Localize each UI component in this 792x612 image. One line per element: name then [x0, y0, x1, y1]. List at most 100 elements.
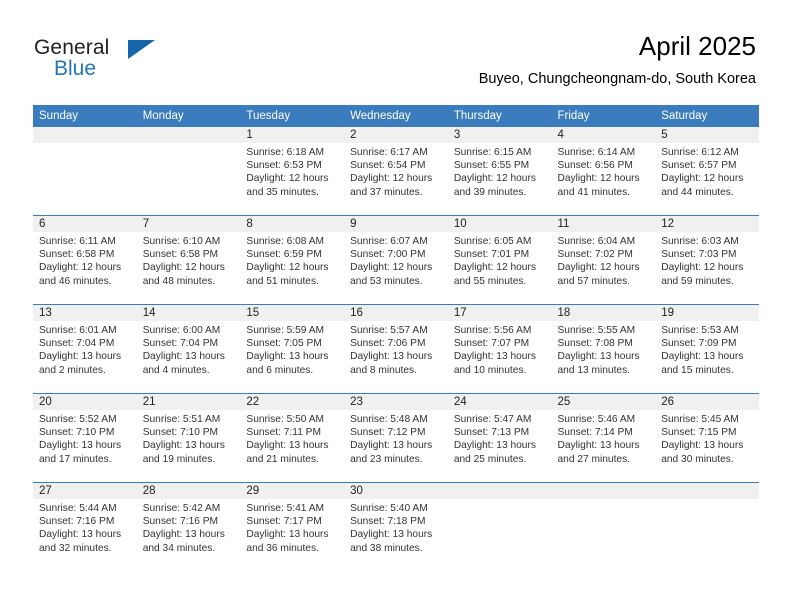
calendar-day-cell[interactable]: 5 Sunrise: 6:12 AM Sunset: 6:57 PM Daylight… [655, 127, 759, 216]
calendar-day-cell[interactable]: 28 Sunrise: 5:42 AM Sunset: 7:16 PM Dayligh… [136, 482, 241, 571]
sunrise-text: Sunrise: 5:45 AM [661, 414, 739, 425]
day-cell-content: 19 Sunrise: 5:53 AM Sunset: 7:09 PM Dayligh… [655, 305, 759, 393]
calendar-day-cell[interactable] [136, 127, 241, 216]
day-number: 17 [447, 305, 552, 321]
calendar-week-row: 1 Sunrise: 6:18 AM Sunset: 6:53 PM Daylight… [33, 127, 759, 216]
calendar-day-cell[interactable]: 24 Sunrise: 5:47 AM Sunset: 7:13 PM Dayligh… [447, 393, 552, 483]
logo-text-blue: Blue [54, 57, 97, 80]
calendar-day-cell[interactable]: 27 Sunrise: 5:44 AM Sunset: 7:16 PM Dayligh… [33, 482, 137, 571]
day-number [136, 127, 241, 143]
daylight-text-line2: and 27 minutes. [557, 453, 631, 465]
calendar-day-cell[interactable]: 2 Sunrise: 6:17 AM Sunset: 6:54 PM Daylight… [344, 127, 448, 216]
sunrise-text: Sunrise: 5:59 AM [246, 325, 324, 336]
day-details: Sunrise: 6:05 AM Sunset: 7:01 PM Daylight:… [448, 232, 552, 288]
calendar-day-cell[interactable]: 13 Sunrise: 6:01 AM Sunset: 7:04 PM Dayligh… [33, 304, 137, 394]
daylight-text-line1: Daylight: 13 hours [661, 440, 744, 452]
day-details: Sunrise: 6:07 AM Sunset: 7:00 PM Daylight:… [344, 232, 448, 288]
calendar-day-cell[interactable]: 11 Sunrise: 6:04 AM Sunset: 7:02 PM Dayligh… [551, 215, 656, 305]
calendar-day-cell[interactable]: 18 Sunrise: 5:55 AM Sunset: 7:08 PM Dayligh… [551, 304, 656, 394]
day-details: Sunrise: 6:00 AM Sunset: 7:04 PM Daylight:… [137, 321, 241, 377]
day-number: 16 [344, 305, 448, 321]
day-cell-content: 6 Sunrise: 6:11 AM Sunset: 6:58 PM Daylight… [33, 216, 137, 304]
sunrise-text: Sunrise: 6:11 AM [39, 236, 116, 247]
daylight-text-line2: and 55 minutes. [453, 275, 527, 287]
sunrise-text: Sunrise: 6:05 AM [453, 236, 532, 247]
calendar-day-cell[interactable]: 21 Sunrise: 5:51 AM Sunset: 7:10 PM Dayligh… [136, 393, 241, 483]
calendar-day-cell[interactable]: 8 Sunrise: 6:08 AM Sunset: 6:59 PM Daylight… [240, 215, 345, 305]
sunset-text: Sunset: 6:57 PM [661, 160, 737, 172]
weekday-header-friday: Friday [551, 105, 656, 127]
day-number: 14 [136, 305, 241, 321]
sunset-text: Sunset: 7:09 PM [661, 338, 737, 350]
day-details: Sunrise: 5:52 AM Sunset: 7:10 PM Daylight:… [33, 410, 137, 466]
calendar-day-cell[interactable]: 3 Sunrise: 6:15 AM Sunset: 6:55 PM Daylight… [447, 127, 552, 216]
weekday-header-thursday: Thursday [447, 105, 552, 127]
calendar-day-cell[interactable]: 26 Sunrise: 5:45 AM Sunset: 7:15 PM Dayligh… [655, 393, 759, 483]
calendar-day-cell[interactable]: 29 Sunrise: 5:41 AM Sunset: 7:17 PM Dayligh… [240, 482, 345, 571]
calendar-day-cell[interactable]: 7 Sunrise: 6:10 AM Sunset: 6:58 PM Daylight… [136, 215, 241, 305]
weekday-header-tuesday: Tuesday [240, 105, 345, 127]
calendar-day-cell[interactable] [447, 482, 552, 571]
day-details: Sunrise: 6:14 AM Sunset: 6:56 PM Daylight:… [552, 143, 656, 199]
general-blue-logo[interactable]: General Blue [34, 36, 294, 92]
calendar-day-cell[interactable] [551, 482, 656, 571]
sunrise-text: Sunrise: 5:53 AM [661, 325, 739, 336]
sunset-text: Sunset: 7:06 PM [350, 338, 426, 350]
calendar-day-cell[interactable]: 22 Sunrise: 5:50 AM Sunset: 7:11 PM Dayligh… [240, 393, 345, 483]
calendar-day-cell[interactable]: 23 Sunrise: 5:48 AM Sunset: 7:12 PM Dayligh… [344, 393, 448, 483]
daylight-text-line1: Daylight: 12 hours [39, 262, 122, 274]
calendar-day-cell[interactable]: 19 Sunrise: 5:53 AM Sunset: 7:09 PM Dayligh… [655, 304, 759, 394]
calendar-day-cell[interactable]: 20 Sunrise: 5:52 AM Sunset: 7:10 PM Dayligh… [33, 393, 137, 483]
calendar-day-cell[interactable]: 30 Sunrise: 5:40 AM Sunset: 7:18 PM Dayligh… [344, 482, 448, 571]
daylight-text-line2: and 30 minutes. [661, 453, 734, 465]
calendar-day-cell[interactable]: 14 Sunrise: 6:00 AM Sunset: 7:04 PM Dayligh… [136, 304, 241, 394]
sunrise-text: Sunrise: 5:46 AM [557, 414, 636, 425]
calendar-day-cell[interactable] [33, 127, 137, 216]
weekday-header-saturday: Saturday [655, 105, 759, 127]
day-details: Sunrise: 6:08 AM Sunset: 6:59 PM Daylight:… [240, 232, 344, 288]
day-number: 3 [447, 127, 552, 143]
sunrise-text: Sunrise: 6:08 AM [246, 236, 324, 247]
sunset-text: Sunset: 7:05 PM [246, 338, 322, 350]
calendar-day-cell[interactable]: 12 Sunrise: 6:03 AM Sunset: 7:03 PM Dayligh… [655, 215, 759, 305]
day-details: Sunrise: 5:56 AM Sunset: 7:07 PM Daylight:… [448, 321, 552, 377]
daylight-text-line1: Daylight: 12 hours [557, 262, 640, 274]
day-cell-content: 26 Sunrise: 5:45 AM Sunset: 7:15 PM Dayligh… [655, 394, 759, 482]
daylight-text-line1: Daylight: 13 hours [246, 351, 329, 363]
day-number: 29 [240, 483, 345, 499]
sunrise-text: Sunrise: 5:51 AM [142, 414, 221, 425]
calendar-day-cell[interactable]: 6 Sunrise: 6:11 AM Sunset: 6:58 PM Daylight… [33, 215, 137, 305]
daylight-text-line2: and 6 minutes. [246, 364, 314, 376]
title-block: April 2025 Buyeo, Chungcheongnam-do, Sou… [479, 30, 756, 88]
calendar-day-cell[interactable]: 16 Sunrise: 5:57 AM Sunset: 7:06 PM Dayligh… [344, 304, 448, 394]
day-number: 20 [33, 394, 137, 410]
day-cell-content: 3 Sunrise: 6:15 AM Sunset: 6:55 PM Daylight… [447, 127, 552, 215]
calendar-day-cell[interactable]: 17 Sunrise: 5:56 AM Sunset: 7:07 PM Dayligh… [447, 304, 552, 394]
sunset-text: Sunset: 7:10 PM [142, 427, 219, 439]
daylight-text-line1: Daylight: 12 hours [142, 262, 225, 274]
day-number: 12 [655, 216, 759, 232]
daylight-text-line2: and 25 minutes. [453, 453, 527, 465]
calendar-day-cell[interactable]: 10 Sunrise: 6:05 AM Sunset: 7:01 PM Dayligh… [447, 215, 552, 305]
day-details: Sunrise: 5:50 AM Sunset: 7:11 PM Daylight:… [240, 410, 344, 466]
sunrise-text: Sunrise: 6:18 AM [246, 147, 324, 158]
day-number: 27 [33, 483, 137, 499]
calendar-day-cell[interactable]: 25 Sunrise: 5:46 AM Sunset: 7:14 PM Dayligh… [551, 393, 656, 483]
sunset-text: Sunset: 6:58 PM [39, 249, 115, 261]
calendar-day-cell[interactable]: 4 Sunrise: 6:14 AM Sunset: 6:56 PM Daylight… [551, 127, 656, 216]
day-number: 4 [551, 127, 656, 143]
daylight-text-line2: and 38 minutes. [350, 542, 423, 554]
daylight-text-line2: and 17 minutes. [39, 453, 112, 465]
calendar-day-cell[interactable]: 9 Sunrise: 6:07 AM Sunset: 7:00 PM Daylight… [344, 215, 448, 305]
sunrise-text: Sunrise: 5:50 AM [246, 414, 324, 425]
daylight-text-line1: Daylight: 12 hours [453, 262, 536, 274]
sunset-text: Sunset: 7:16 PM [142, 516, 219, 528]
day-cell-content [136, 127, 241, 215]
sunset-text: Sunset: 7:03 PM [661, 249, 737, 261]
calendar-day-cell[interactable] [655, 482, 759, 571]
calendar-day-cell[interactable]: 1 Sunrise: 6:18 AM Sunset: 6:53 PM Daylight… [240, 127, 345, 216]
day-number [655, 483, 759, 499]
calendar-day-cell[interactable]: 15 Sunrise: 5:59 AM Sunset: 7:05 PM Dayligh… [240, 304, 345, 394]
sunrise-text: Sunrise: 6:12 AM [661, 147, 739, 158]
day-details [137, 143, 241, 146]
